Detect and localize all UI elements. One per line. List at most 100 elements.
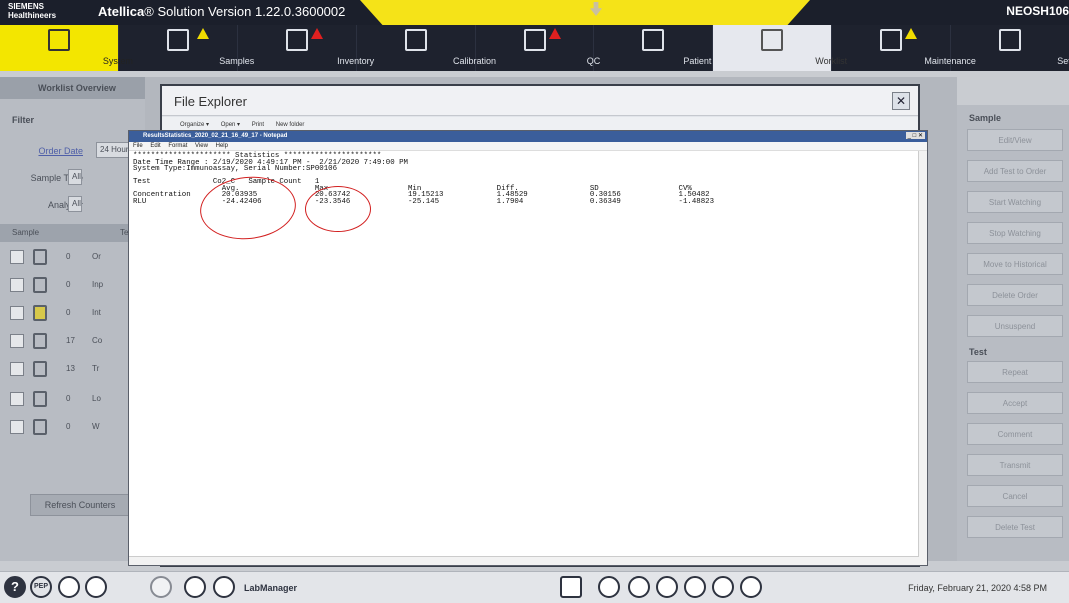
- window-controls[interactable]: _ □ ✕: [905, 132, 925, 139]
- row-count: 0: [66, 280, 71, 289]
- menu-view[interactable]: View: [195, 143, 208, 149]
- warning-icon: [905, 28, 918, 39]
- completed-icon: [33, 333, 47, 349]
- menu-edit[interactable]: Edit: [150, 143, 160, 149]
- list-item[interactable]: 0 Lo: [0, 386, 145, 414]
- row-label: Or: [92, 252, 101, 261]
- add-test-button[interactable]: Add Test to Order: [967, 160, 1063, 182]
- horizontal-scrollbar[interactable]: [129, 556, 919, 565]
- pep-button[interactable]: PEP: [30, 576, 52, 598]
- menu-format[interactable]: Format: [168, 143, 187, 149]
- order-date-filter: Order Date 24 Hours: [0, 142, 146, 160]
- toolbar-worklist-button[interactable]: Worklist: [713, 25, 847, 71]
- bottom-bar: ? PEP LabManager Friday, February 21, 20…: [0, 571, 1069, 603]
- delete-order-button[interactable]: Delete Order: [967, 284, 1063, 306]
- edit-view-button[interactable]: Edit/View: [967, 129, 1063, 151]
- print-button[interactable]: Print: [252, 122, 264, 128]
- main-toolbar: System Samples Inventory Calibration QC …: [0, 25, 1069, 71]
- samples-rack-icon: [166, 29, 189, 51]
- siemens-service-icon[interactable]: [598, 576, 620, 598]
- printer-icon[interactable]: [58, 576, 80, 598]
- toolbar-maintenance-button[interactable]: Maintenance: [832, 25, 976, 71]
- network-icon[interactable]: [560, 576, 582, 598]
- organize-menu[interactable]: Organize ▾: [180, 122, 209, 128]
- inventory-icon: [285, 29, 308, 51]
- unsuspend-button[interactable]: Unsuspend: [967, 315, 1063, 337]
- row-count: 0: [66, 252, 71, 261]
- watch-eye-icon[interactable]: [740, 576, 762, 598]
- cancel-button[interactable]: Cancel: [967, 485, 1063, 507]
- list-item[interactable]: 13 Tr: [0, 356, 145, 384]
- start-watching-button[interactable]: Start Watching: [967, 191, 1063, 213]
- accept-button[interactable]: Accept: [967, 392, 1063, 414]
- stop-watching-button[interactable]: Stop Watching: [967, 222, 1063, 244]
- menu-help[interactable]: Help: [216, 143, 228, 149]
- list-item[interactable]: 0 Or: [0, 244, 145, 272]
- toolbar-inventory-button[interactable]: Inventory: [238, 25, 374, 71]
- analyzer-filter: Analyzer All: [0, 196, 145, 214]
- list-item[interactable]: 0W: [0, 414, 145, 442]
- row-checkbox[interactable]: [10, 362, 24, 376]
- delete-test-button[interactable]: Delete Test: [967, 516, 1063, 538]
- maintenance-tools-icon: [880, 29, 903, 51]
- toolbar-samples-button[interactable]: Samples: [119, 25, 254, 71]
- new-folder-button[interactable]: New folder: [276, 122, 305, 128]
- document-icon[interactable]: [184, 576, 206, 598]
- move-to-historical-button[interactable]: Move to Historical: [967, 253, 1063, 275]
- open-menu[interactable]: Open ▾: [221, 122, 240, 128]
- close-icon[interactable]: ✕: [892, 92, 910, 110]
- row-checkbox[interactable]: [10, 306, 24, 320]
- status-banner[interactable]: [360, 0, 810, 25]
- panel-header: Worklist Overview: [0, 77, 145, 99]
- notepad-title: ResultsStatistics_2020_02_21_16_49_17 - …: [129, 131, 927, 142]
- host-name: NEOSH106: [1006, 4, 1069, 18]
- sample-table-header: Sample Te: [0, 224, 145, 242]
- row-checkbox[interactable]: [10, 250, 24, 264]
- calibration-curve-icon: [404, 29, 427, 51]
- sample-type-filter: Sample Type All: [0, 169, 145, 187]
- sample-section-title: Sample: [969, 113, 1002, 123]
- app-name: Atellica: [98, 4, 145, 19]
- brand-line-1: SIEMENS: [8, 2, 45, 11]
- toolbar-system-button[interactable]: System: [0, 25, 133, 71]
- sample-type-select[interactable]: All: [68, 169, 82, 185]
- row-label: W: [92, 422, 100, 431]
- warning-box-icon: [33, 305, 47, 321]
- list-item[interactable]: 17 Co: [0, 328, 145, 356]
- comment-button[interactable]: Comment: [967, 423, 1063, 445]
- row-count: 13: [66, 364, 75, 373]
- toolbar-qc-button[interactable]: QC: [476, 25, 600, 71]
- analyzer-select[interactable]: All: [68, 196, 82, 212]
- refresh-counters-button[interactable]: Refresh Counters: [30, 494, 130, 516]
- row-checkbox[interactable]: [10, 278, 24, 292]
- order-date-link[interactable]: Order Date: [38, 146, 83, 156]
- system-icon: [47, 29, 70, 51]
- toolbar-calibration-button[interactable]: Calibration: [357, 25, 496, 71]
- row-label: Lo: [92, 394, 101, 403]
- transmit-button[interactable]: Transmit: [967, 454, 1063, 476]
- keyboard-icon[interactable]: [150, 576, 172, 598]
- logout-icon[interactable]: [213, 576, 235, 598]
- help-icon[interactable]: ?: [4, 576, 26, 598]
- menu-file[interactable]: File: [133, 143, 143, 149]
- row-checkbox[interactable]: [10, 420, 24, 434]
- warning-icon: [196, 28, 209, 39]
- row-checkbox[interactable]: [10, 392, 24, 406]
- list-item[interactable]: 0 Inp: [0, 272, 145, 300]
- repeat-button[interactable]: Repeat: [967, 361, 1063, 383]
- toolbar-setup-button[interactable]: Setup: [951, 25, 1069, 71]
- database-alert-icon[interactable]: [712, 576, 734, 598]
- gauge-icon[interactable]: [656, 576, 678, 598]
- search-icon[interactable]: [85, 576, 107, 598]
- title-bar: SIEMENS Healthineers Atellica® Solution …: [0, 0, 1069, 25]
- toolbar-patient-orders-button[interactable]: Patient Orders: [594, 25, 741, 71]
- sample-check-icon[interactable]: [628, 576, 650, 598]
- vertical-scrollbar[interactable]: [918, 151, 927, 565]
- row-checkbox[interactable]: [10, 334, 24, 348]
- col-sample: Sample: [12, 228, 40, 237]
- labmanager-label[interactable]: LabManager: [244, 583, 297, 593]
- worklist-overview-panel: Worklist Overview Filter Order Date 24 H…: [0, 77, 146, 561]
- mute-icon[interactable]: [684, 576, 706, 598]
- alert-icon: [548, 28, 561, 39]
- list-item[interactable]: 0 Int: [0, 300, 145, 328]
